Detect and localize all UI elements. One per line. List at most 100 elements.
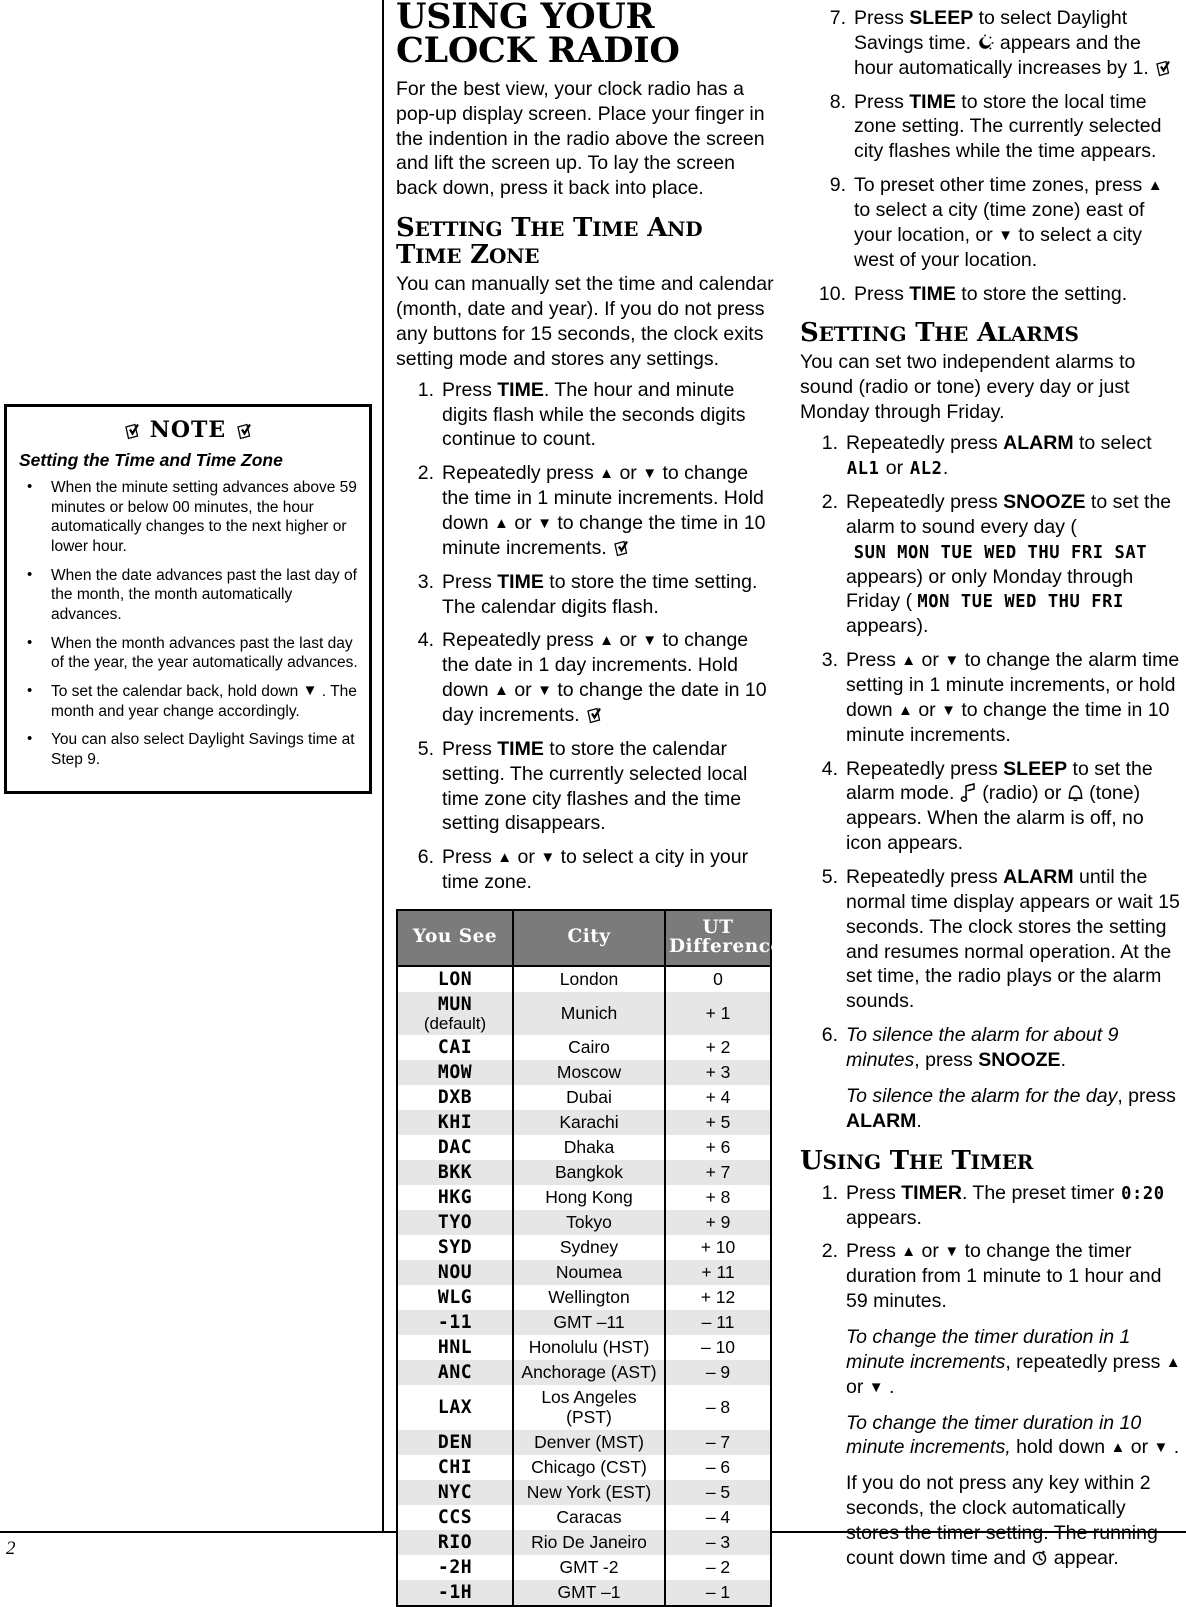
- table-row: RIO Rio De Janeiro – 3: [396, 1530, 772, 1556]
- cell-city: Cairo: [512, 1035, 666, 1061]
- column-header-you-see: You See: [396, 910, 514, 967]
- down-arrow-icon: ▼: [537, 514, 552, 532]
- cell-code: DAC: [396, 1135, 514, 1161]
- step-number: 7.: [829, 7, 846, 29]
- note-box-title: NOTE: [17, 417, 359, 443]
- step-number: 9.: [829, 174, 846, 197]
- down-arrow-icon: ▼: [944, 1243, 960, 1261]
- column-header-city: City: [512, 910, 666, 967]
- cell-code: DEN: [396, 1430, 514, 1456]
- table-row: SYD Sydney + 10: [396, 1235, 772, 1261]
- instruction-step: 3. Press TIME to store the time setting. …: [396, 570, 776, 620]
- step-text: Press ▲ or ▼ to change the alarm time se…: [846, 649, 1180, 746]
- table-row: CCS Caracas – 4: [396, 1505, 772, 1531]
- timezone-table: You See City UT Difference LON London 0 MUN…: [396, 909, 782, 1607]
- cell-code: -1H: [396, 1580, 514, 1607]
- table-row: DXB Dubai + 4: [396, 1085, 772, 1111]
- cell-city: Denver (MST): [512, 1430, 666, 1456]
- cell-code: CHI: [396, 1455, 514, 1481]
- cell-ut-difference: + 7: [664, 1160, 772, 1186]
- cell-code: BKK: [396, 1160, 514, 1186]
- instruction-step: 4. Repeatedly press SLEEP to set the alar…: [800, 757, 1182, 856]
- table-row: ANC Anchorage (AST) – 9: [396, 1360, 772, 1386]
- music-note-radio-icon: [960, 783, 977, 803]
- cell-code: RIO: [396, 1530, 514, 1556]
- instruction-step: 3. Press ▲ or ▼ to change the alarm time …: [800, 648, 1182, 747]
- instruction-step: 9. To preset other time zones, press ▲ to…: [800, 173, 1182, 272]
- cell-code: TYO: [396, 1210, 514, 1236]
- step-text: Repeatedly press ALARM until the normal …: [846, 866, 1180, 1013]
- ut-label: UT: [702, 917, 734, 938]
- instruction-step: 6. To silence the alarm for about 9 minut…: [800, 1023, 1182, 1133]
- step-text: Press TIME. The hour and minute digits f…: [442, 378, 746, 451]
- down-arrow-icon: ▼: [868, 1378, 884, 1396]
- page-number: 2: [6, 1538, 16, 1559]
- table-row: NYC New York (EST) – 5: [396, 1480, 772, 1506]
- step-text: Repeatedly press ▲ or ▼ to change the da…: [442, 629, 767, 726]
- up-arrow-icon: ▲: [1147, 177, 1163, 195]
- down-arrow-icon: ▼: [642, 632, 658, 650]
- step-text: Repeatedly press ▲ or ▼ to change the ti…: [442, 462, 766, 559]
- cell-ut-difference: + 3: [664, 1060, 772, 1086]
- instruction-step: 2. Repeatedly press SNOOZE to set the ala…: [800, 490, 1182, 639]
- timezone-table-body: LON London 0 MUN (default) Munich + 1 CAI Cairo +…: [396, 965, 772, 1607]
- cell-ut-difference: + 12: [664, 1285, 772, 1311]
- cell-city: Karachi: [512, 1110, 666, 1136]
- step-number: 3.: [417, 570, 434, 593]
- table-header-row: You See City UT Difference: [396, 910, 782, 967]
- manual-page: 2 NOTE Setting the Time and Time Zone • …: [0, 0, 1186, 1607]
- cell-city: Dhaka: [512, 1135, 666, 1161]
- chapter-title: USING YOUR CLOCK RADIO: [396, 0, 680, 71]
- bell-tone-icon: [1067, 783, 1084, 802]
- cell-code: -11: [396, 1310, 514, 1336]
- main-text-column: USING YOUR CLOCK RADIO For the best view…: [396, 0, 782, 1607]
- cell-city: GMT –1: [512, 1580, 666, 1607]
- step-number: 1.: [821, 432, 838, 455]
- step-number: 4.: [417, 629, 434, 652]
- cell-city: Los Angeles (PST): [512, 1385, 666, 1431]
- table-row: KHI Karachi + 5: [396, 1110, 772, 1136]
- step-number: 1.: [821, 1181, 838, 1204]
- cell-city: Bangkok: [512, 1160, 666, 1186]
- note-pencil-icon-left: [124, 420, 140, 440]
- time-setting-steps: 1. Press TIME. The hour and minute digits…: [396, 378, 776, 895]
- down-arrow-icon: ▼: [537, 682, 552, 700]
- cell-ut-difference: – 1: [664, 1580, 772, 1607]
- cell-city: Rio De Janeiro: [512, 1530, 666, 1556]
- cell-city: Wellington: [512, 1285, 666, 1311]
- table-row: LAX Los Angeles (PST) – 8: [396, 1385, 772, 1431]
- note-bullet-item: When the date advances past the last day…: [17, 565, 359, 625]
- up-arrow-icon: ▲: [1165, 1353, 1181, 1371]
- step-text: Press TIMER. The preset timer 0:20 appea…: [846, 1181, 1165, 1229]
- cell-city: Noumea: [512, 1260, 666, 1286]
- cell-code: NYC: [396, 1480, 514, 1506]
- cell-ut-difference: + 11: [664, 1260, 772, 1286]
- cell-city: Tokyo: [512, 1210, 666, 1236]
- cell-code: SYD: [396, 1235, 514, 1261]
- cell-ut-difference: + 6: [664, 1135, 772, 1161]
- step-number: 5.: [821, 866, 838, 889]
- step-number: 3.: [821, 649, 838, 672]
- cell-code: WLG: [396, 1285, 514, 1311]
- step-text: Repeatedly press SNOOZE to set the alarm…: [846, 490, 1172, 638]
- table-row: CAI Cairo + 2: [396, 1035, 772, 1061]
- cell-ut-difference: + 2: [664, 1035, 772, 1061]
- cell-code: KHI: [396, 1110, 514, 1136]
- cell-ut-difference: + 10: [664, 1235, 772, 1261]
- cell-city: London: [512, 965, 666, 992]
- instruction-step: 1. Press TIMER. The preset timer 0:20 app…: [800, 1181, 1182, 1231]
- note-label: NOTE: [149, 417, 227, 443]
- right-text-column: 7. Press SLEEP to select Daylight Savings…: [800, 0, 1182, 1580]
- step-text: Press ▲ or ▼ to select a city in your ti…: [442, 846, 749, 894]
- note-box: NOTE Setting the Time and Time Zone When…: [4, 404, 372, 794]
- table-row: LON London 0: [396, 965, 772, 992]
- down-arrow-icon: ▼: [998, 226, 1014, 244]
- down-arrow-icon: ▼: [944, 652, 960, 670]
- section-heading-timer: USING THE TIMER: [800, 1145, 1034, 1176]
- cell-city: Moscow: [512, 1060, 666, 1086]
- table-row: WLG Wellington + 12: [396, 1285, 772, 1311]
- cell-ut-difference: + 8: [664, 1185, 772, 1211]
- cell-code: MOW: [396, 1060, 514, 1086]
- cell-city: New York (EST): [512, 1480, 666, 1506]
- cell-code: CAI: [396, 1035, 514, 1061]
